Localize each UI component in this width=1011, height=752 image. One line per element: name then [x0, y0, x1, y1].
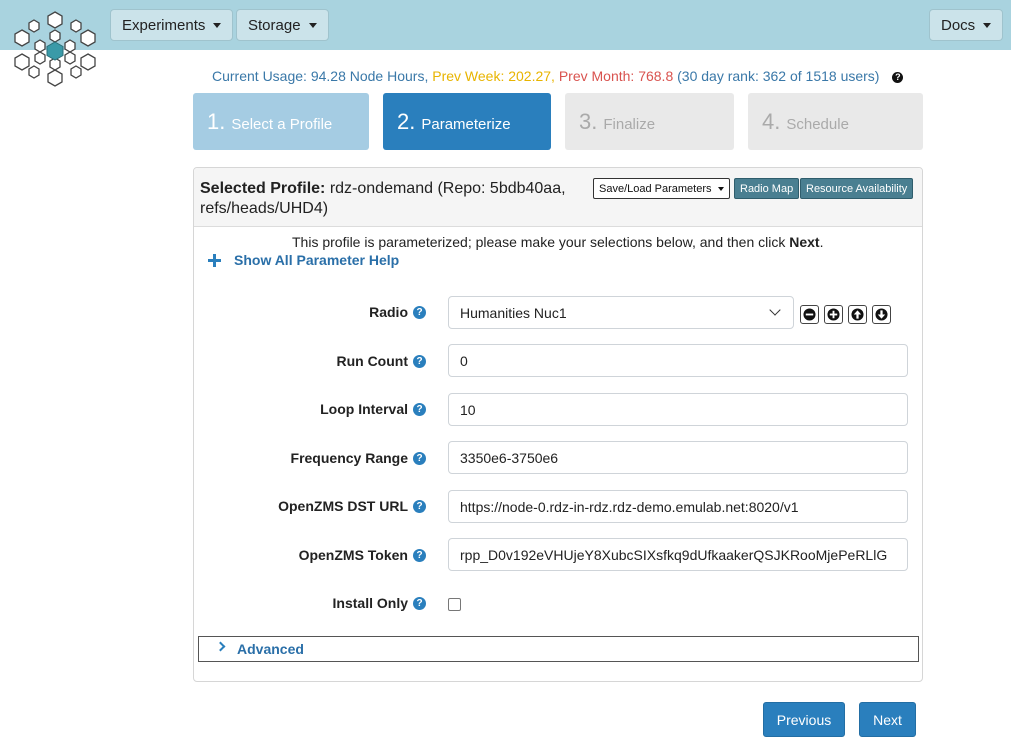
intro-next-word: Next: [789, 234, 820, 250]
remove-radio-button[interactable]: [800, 305, 819, 324]
next-label: Next: [873, 711, 902, 728]
step-label: Schedule: [786, 115, 849, 133]
minus-circle-icon: [803, 308, 816, 321]
radio-map-label: Radio Map: [740, 182, 794, 195]
arrow-down-circle-icon: [875, 308, 888, 321]
previous-label: Previous: [776, 711, 832, 728]
frequency-range-input[interactable]: [448, 441, 908, 474]
parameter-panel: Selected Profile: rdz-ondemand (Repo: 5b…: [193, 167, 923, 682]
chevron-down-icon: [769, 304, 781, 316]
install-only-label-text: Install Only: [332, 595, 408, 611]
step-number: 1.: [207, 108, 226, 134]
experiments-menu-button[interactable]: Experiments: [110, 9, 234, 41]
question-icon[interactable]: ?: [413, 451, 426, 465]
openzms-token-label-text: OpenZMS Token: [298, 547, 408, 563]
show-help-label: Show All Parameter Help: [234, 252, 400, 268]
loop-interval-label-text: Loop Interval: [320, 401, 408, 417]
run-count-label: Run Count ?: [336, 353, 426, 369]
panel-header: Selected Profile: rdz-ondemand (Repo: 5b…: [194, 168, 922, 227]
question-icon[interactable]: ?: [413, 402, 426, 416]
previous-button[interactable]: Previous: [763, 702, 845, 737]
resource-availability-button[interactable]: Resource Availability: [800, 178, 914, 199]
parameterize-intro: This profile is parameterized; please ma…: [292, 234, 824, 250]
prev-week-usage: Prev Week: 202.27,: [432, 68, 555, 84]
intro-end: .: [819, 234, 824, 250]
loop-interval-input[interactable]: [448, 393, 908, 426]
add-radio-button[interactable]: [824, 305, 843, 324]
caret-down-icon: [983, 22, 992, 28]
question-icon[interactable]: ?: [413, 354, 426, 368]
plus-icon: [208, 253, 221, 267]
intro-text: This profile is parameterized; please ma…: [292, 234, 790, 250]
show-all-parameter-help-link[interactable]: Show All Parameter Help: [208, 252, 399, 268]
question-icon[interactable]: ?: [413, 305, 426, 319]
radio-label-text: Radio: [369, 304, 408, 320]
chevron-right-icon: [215, 641, 226, 651]
radio-select[interactable]: Humanities Nuc1: [448, 296, 794, 329]
step-finalize: 3. Finalize: [565, 93, 734, 150]
prev-month-usage: Prev Month: 768.8: [558, 68, 674, 84]
install-only-checkbox[interactable]: [448, 598, 461, 611]
docs-label: Docs: [941, 16, 976, 34]
step-schedule: 4. Schedule: [748, 93, 923, 150]
selected-profile-title: Selected Profile: rdz-ondemand (Repo: 5b…: [200, 179, 580, 219]
openzms-token-input[interactable]: [448, 538, 908, 571]
step-label: Parameterize: [421, 115, 511, 133]
install-only-label: Install Only ?: [333, 595, 426, 611]
openzms-dst-url-label: OpenZMS DST URL ?: [278, 498, 426, 514]
experiments-label: Experiments: [122, 16, 206, 34]
step-label: Select a Profile: [231, 115, 333, 133]
frequency-range-label: Frequency Range ?: [291, 450, 426, 466]
frequency-range-label-text: Frequency Range: [290, 450, 408, 466]
run-count-label-text: Run Count: [336, 353, 408, 369]
question-icon[interactable]: ?: [413, 499, 426, 513]
caret-down-icon: [717, 186, 724, 191]
run-count-input[interactable]: [448, 344, 908, 377]
openzms-dst-url-input[interactable]: [448, 490, 908, 523]
selected-profile-label: Selected Profile:: [200, 180, 326, 197]
step-select-profile[interactable]: 1. Select a Profile: [193, 93, 369, 150]
loop-interval-label: Loop Interval ?: [320, 401, 426, 417]
question-icon[interactable]: ?: [413, 548, 426, 562]
save-load-parameters-button[interactable]: Save/Load Parameters: [593, 178, 730, 199]
step-parameterize[interactable]: 2. Parameterize: [383, 93, 551, 150]
move-radio-down-button[interactable]: [872, 305, 891, 324]
usage-help-icon[interactable]: ?: [892, 72, 904, 83]
current-usage: Current Usage: 94.28 Node Hours,: [212, 68, 429, 84]
usage-rank: (30 day rank: 362 of 1518 users): [677, 68, 880, 84]
storage-label: Storage: [248, 16, 301, 34]
top-navbar: Experiments Storage Docs: [0, 0, 1011, 87]
radio-select-value: Humanities Nuc1: [460, 304, 567, 321]
step-label: Finalize: [603, 115, 656, 133]
save-load-label: Save/Load Parameters: [599, 182, 712, 195]
usage-summary: Current Usage: 94.28 Node Hours, Prev We…: [212, 68, 904, 84]
advanced-label: Advanced: [237, 641, 304, 657]
snowflake-logo-icon[interactable]: [12, 10, 98, 88]
step-number: 4.: [762, 108, 781, 134]
openzms-token-label: OpenZMS Token ?: [299, 547, 426, 563]
radio-map-button[interactable]: Radio Map: [734, 178, 800, 199]
plus-circle-icon: [827, 308, 840, 321]
arrow-up-circle-icon: [851, 308, 864, 321]
move-radio-up-button[interactable]: [848, 305, 867, 324]
next-button[interactable]: Next: [859, 702, 916, 737]
step-number: 2.: [397, 108, 416, 134]
storage-menu-button[interactable]: Storage: [236, 9, 329, 41]
caret-down-icon: [308, 22, 317, 28]
resource-availability-label: Resource Availability: [806, 182, 908, 195]
caret-down-icon: [213, 22, 222, 28]
step-number: 3.: [579, 108, 598, 134]
openzms-dst-url-label-text: OpenZMS DST URL: [278, 498, 408, 514]
docs-menu-button[interactable]: Docs: [929, 9, 1004, 41]
radio-label: Radio ?: [369, 304, 426, 320]
advanced-section-toggle[interactable]: Advanced: [198, 636, 919, 662]
question-icon[interactable]: ?: [413, 596, 426, 610]
